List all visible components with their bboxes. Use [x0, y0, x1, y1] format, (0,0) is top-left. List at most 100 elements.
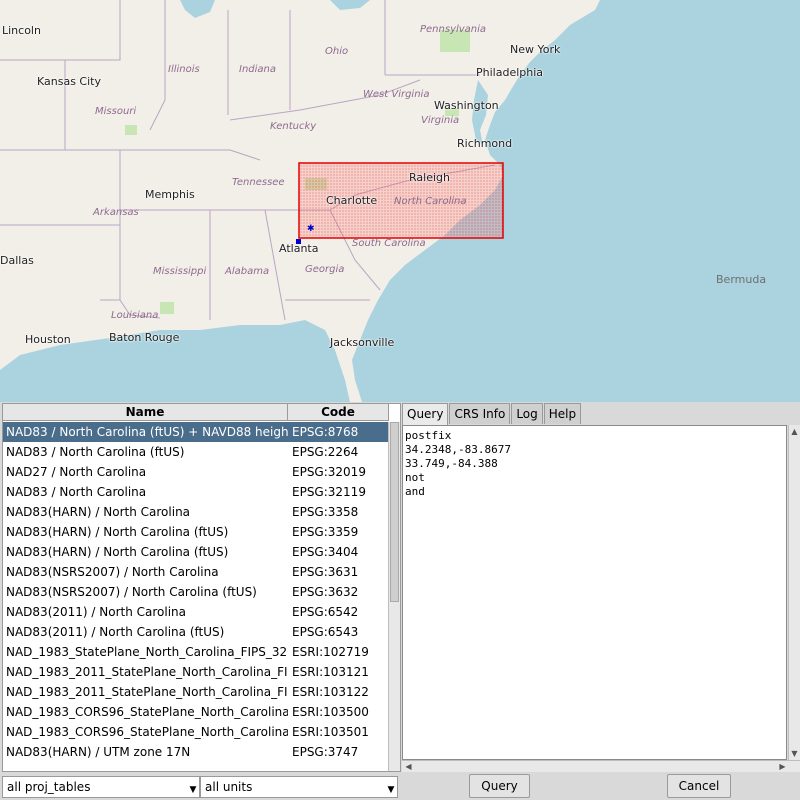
crs-code-cell: EPSG:3631 — [292, 565, 359, 579]
table-header: Name Code — [3, 404, 389, 421]
table-row[interactable]: NAD83(2011) / North Carolina EPSG:6542 — [3, 602, 389, 622]
table-scrollbar-thumb[interactable] — [390, 422, 399, 602]
query-button[interactable]: Query — [469, 774, 530, 798]
table-row[interactable]: NAD83(HARN) / UTM zone 17N EPSG:3747 — [3, 742, 389, 762]
map-label-south-carolina: South Carolina — [352, 238, 426, 249]
tab-query[interactable]: Query — [402, 403, 449, 425]
map-label-missouri: Missouri — [95, 106, 137, 117]
crs-name-cell: NAD83(2011) / North Carolina — [6, 605, 187, 619]
crs-name-cell: NAD83 / North Carolina (ftUS) — [6, 445, 185, 459]
table-row[interactable]: NAD83(2011) / North Carolina (ftUS) EPSG:… — [3, 622, 389, 642]
map-label-arkansas: Arkansas — [93, 207, 139, 218]
app-window: ✱ Lincoln Kansas City Memphis Atlanta Da… — [0, 0, 800, 800]
table-row[interactable]: NAD83 / North Carolina (ftUS) EPSG:2264 — [3, 442, 389, 462]
scroll-left-icon[interactable]: ◀ — [403, 761, 414, 772]
scroll-right-icon[interactable]: ▶ — [777, 761, 788, 772]
crs-name-cell: NAD_1983_CORS96_StatePlane_North_Carolin… — [6, 705, 288, 719]
crs-table[interactable]: Name Code NAD83 / North Carolina (ftUS) … — [2, 403, 401, 772]
map-label-pennsylvania: Pennsylvania — [420, 24, 487, 35]
crs-name-cell: NAD83(2011) / North Carolina (ftUS) — [6, 625, 225, 639]
query-vertical-scrollbar[interactable]: ▲ ▼ — [788, 425, 800, 760]
crs-code-cell: ESRI:103122 — [292, 685, 369, 699]
crs-name-cell: NAD83 / North Carolina (ftUS) + NAVD88 h… — [6, 425, 288, 439]
chevron-down-icon[interactable]: ▼ — [385, 777, 397, 797]
proj-tables-filter-select[interactable]: all proj_tables ▼ — [2, 776, 200, 798]
crs-name-cell: NAD83(HARN) / North Carolina (ftUS) — [6, 545, 229, 559]
crs-name-cell: NAD83(NSRS2007) / North Carolina (ftUS) — [6, 585, 257, 599]
crs-code-cell: EPSG:3359 — [292, 525, 359, 539]
crs-code-cell: EPSG:3358 — [292, 505, 359, 519]
tab-bar: Query CRS Info Log Help — [402, 403, 582, 425]
crs-name-cell: NAD_1983_CORS96_StatePlane_North_Carolin… — [6, 725, 288, 739]
table-row[interactable]: NAD83(NSRS2007) / North Carolina (ftUS) E… — [3, 582, 389, 602]
units-filter-value: all units — [205, 780, 253, 794]
crs-name-cell: NAD83(HARN) / North Carolina — [6, 505, 191, 519]
crs-name-cell: NAD_1983_StatePlane_North_Carolina_FIPS_… — [6, 645, 288, 659]
table-row[interactable]: NAD83 / North Carolina EPSG:32119 — [3, 482, 389, 502]
map-label-alabama: Alabama — [225, 266, 270, 277]
map-label-illinois: Illinois — [168, 64, 200, 75]
table-row[interactable]: NAD_1983_2011_StatePlane_North_Carolina_… — [3, 662, 389, 682]
table-vertical-scrollbar[interactable] — [388, 422, 400, 771]
table-row[interactable]: NAD83 / North Carolina (ftUS) + NAVD88 h… — [3, 422, 389, 442]
table-row[interactable]: NAD27 / North Carolina EPSG:32019 — [3, 462, 389, 482]
column-header-code[interactable]: Code — [288, 404, 389, 420]
table-row[interactable]: NAD_1983_StatePlane_North_Carolina_FIPS_… — [3, 642, 389, 662]
crs-code-cell: ESRI:103500 — [292, 705, 369, 719]
map-label-georgia: Georgia — [305, 264, 345, 275]
crs-name-cell: NAD83(NSRS2007) / North Carolina — [6, 565, 219, 579]
chevron-down-icon[interactable]: ▼ — [187, 777, 199, 797]
map-label-tennessee: Tennessee — [232, 177, 285, 188]
map-view[interactable]: ✱ Lincoln Kansas City Memphis Atlanta Da… — [0, 0, 800, 402]
crs-code-cell: EPSG:6543 — [292, 625, 359, 639]
crs-code-cell: EPSG:32019 — [292, 465, 366, 479]
map-label-ohio: Ohio — [325, 46, 349, 57]
crs-code-cell: ESRI:103501 — [292, 725, 369, 739]
table-row[interactable]: NAD83(HARN) / North Carolina (ftUS) EPSG:… — [3, 522, 389, 542]
map-label-mississippi: Mississippi — [153, 266, 207, 277]
map-label-baton-rouge: Baton Rouge — [109, 331, 180, 344]
map-label-raleigh: Raleigh — [409, 171, 450, 184]
table-row[interactable]: NAD83(HARN) / North Carolina EPSG:3358 — [3, 502, 389, 522]
map-label-houston: Houston — [25, 333, 71, 346]
tab-crs-info[interactable]: CRS Info — [449, 403, 511, 424]
crs-code-cell: EPSG:6542 — [292, 605, 359, 619]
crs-name-cell: NAD83(HARN) / North Carolina (ftUS) — [6, 525, 229, 539]
tab-help[interactable]: Help — [543, 403, 582, 424]
scroll-up-icon[interactable]: ▲ — [789, 426, 800, 437]
crs-code-cell: EPSG:32119 — [292, 485, 366, 499]
table-body: NAD83 / North Carolina (ftUS) + NAVD88 h… — [3, 422, 389, 762]
point-marker: ✱ — [307, 224, 315, 234]
column-header-name[interactable]: Name — [3, 404, 288, 420]
map-label-washington: Washington — [434, 99, 499, 112]
crs-code-cell: EPSG:8768 — [292, 425, 359, 439]
table-row[interactable]: NAD_1983_CORS96_StatePlane_North_Carolin… — [3, 722, 389, 742]
crs-code-cell: EPSG:2264 — [292, 445, 359, 459]
map-label-philadelphia: Philadelphia — [476, 66, 544, 79]
table-row[interactable]: NAD_1983_CORS96_StatePlane_North_Carolin… — [3, 702, 389, 722]
query-horizontal-scrollbar[interactable]: ◀ ▶ — [402, 760, 800, 772]
crs-name-cell: NAD_1983_2011_StatePlane_North_Carolina_… — [6, 685, 288, 699]
crs-name-cell: NAD83(HARN) / UTM zone 17N — [6, 745, 191, 759]
table-row[interactable]: NAD_1983_2011_StatePlane_North_Carolina_… — [3, 682, 389, 702]
crs-code-cell: ESRI:102719 — [292, 645, 369, 659]
map-label-north-carolina: North Carolina — [394, 196, 467, 207]
map-label-lincoln: Lincoln — [2, 24, 41, 37]
crs-code-cell: EPSG:3632 — [292, 585, 359, 599]
tab-log[interactable]: Log — [511, 403, 543, 424]
query-textarea[interactable]: postfix 34.2348,-83.8677 33.749,-84.388 … — [402, 425, 787, 760]
map-label-kansas-city: Kansas City — [37, 75, 101, 88]
crs-name-cell: NAD27 / North Carolina — [6, 465, 147, 479]
proj-tables-filter-value: all proj_tables — [7, 780, 91, 794]
map-label-charlotte: Charlotte — [326, 194, 378, 207]
crs-name-cell: NAD83 / North Carolina — [6, 485, 147, 499]
table-row[interactable]: NAD83(HARN) / North Carolina (ftUS) EPSG:… — [3, 542, 389, 562]
map-label-dallas: Dallas — [0, 254, 34, 267]
scroll-down-icon[interactable]: ▼ — [789, 748, 800, 759]
map-label-richmond: Richmond — [457, 137, 513, 150]
cancel-button[interactable]: Cancel — [667, 774, 731, 798]
units-filter-select[interactable]: all units ▼ — [200, 776, 398, 798]
map-label-kentucky: Kentucky — [270, 121, 317, 132]
crs-code-cell: EPSG:3404 — [292, 545, 359, 559]
table-row[interactable]: NAD83(NSRS2007) / North Carolina EPSG:363… — [3, 562, 389, 582]
